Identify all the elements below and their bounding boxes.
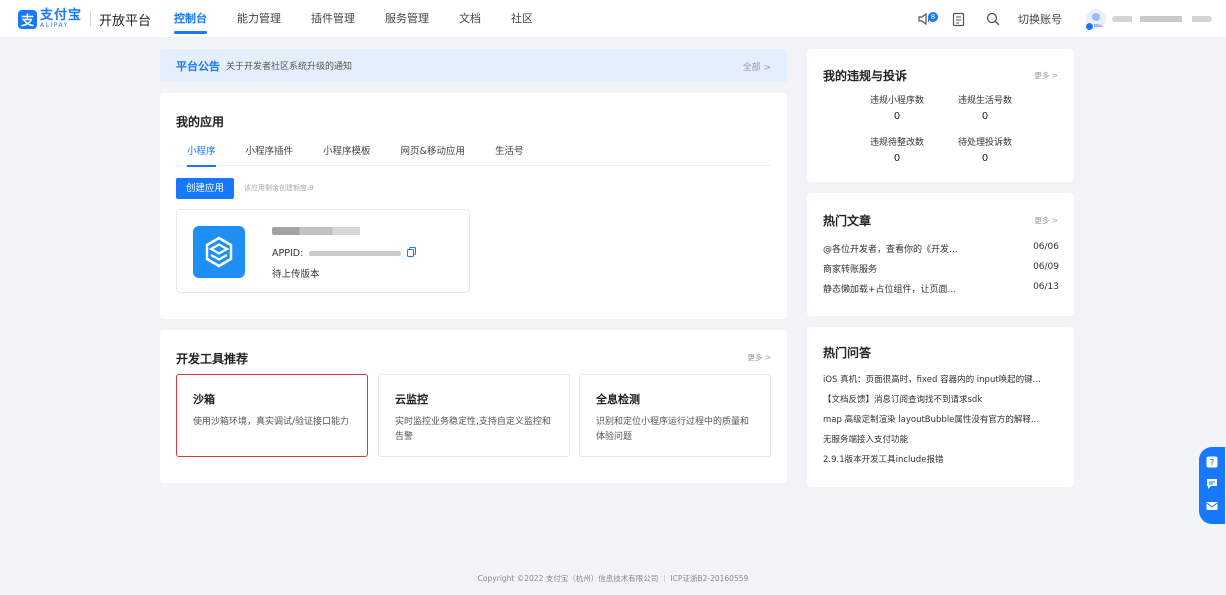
stat-label: 待处理投诉数	[957, 138, 1012, 148]
app-icon	[193, 226, 245, 278]
app-item-card[interactable]: APPID: 待上传版本	[176, 209, 470, 293]
main-nav: 控制台 能力管理 插件管理 服务管理 文档 社区	[174, 0, 563, 38]
stat-label: 违规生活号数	[957, 96, 1012, 106]
app-status: 待上传版本	[272, 269, 320, 280]
hot-articles-card: 热门文章 更多 > @各位开发者，查看你的《开发... 06/06 商家转账服务…	[807, 193, 1074, 316]
message-badge: 8	[928, 12, 938, 22]
app-id-row: APPID:	[272, 247, 417, 260]
article-item[interactable]: @各位开发者，查看你的《开发... 06/06	[823, 242, 1059, 255]
tool-sandbox[interactable]: 沙箱 使用沙箱环境，真实调试/验证接口能力	[176, 374, 368, 457]
appid-label: APPID:	[272, 248, 304, 259]
logo-divider	[90, 11, 92, 27]
copy-icon[interactable]	[407, 247, 417, 260]
chat-icon[interactable]	[1206, 478, 1218, 493]
nav-item-console[interactable]: 控制台	[174, 0, 207, 38]
tab-miniprogram[interactable]: 小程序	[176, 145, 227, 167]
nav-item-services[interactable]: 服务管理	[385, 0, 429, 38]
tool-desc: 实时监控业务稳定性,支持自定义监控和告警	[395, 417, 551, 442]
announcement-bar[interactable]: 平台公告 关于开发者社区系统升级的通知 全部 >	[160, 49, 787, 82]
nav-item-plugins[interactable]: 插件管理	[311, 0, 355, 38]
tab-miniprogram-plugin[interactable]: 小程序插件	[235, 145, 305, 166]
tool-desc: 识别和定位小程序运行过程中的质量和体验问题	[596, 417, 750, 442]
tab-miniprogram-template[interactable]: 小程序模板	[312, 145, 382, 166]
stat-value[interactable]: 0	[852, 153, 942, 164]
article-title: @各位开发者，查看你的《开发...	[823, 245, 958, 255]
speaker-icon[interactable]: 8	[914, 8, 938, 30]
floating-help-bar: ?	[1199, 447, 1225, 524]
stat-value[interactable]: 0	[852, 111, 942, 122]
create-quota-text: 该应用剩余创建额度:9	[244, 184, 314, 192]
announcement-all-link[interactable]: 全部 >	[743, 60, 771, 73]
appid-value-blurred	[309, 251, 402, 256]
tab-web-mobile-app[interactable]: 网页&移动应用	[390, 145, 476, 166]
article-title: 商家转账服务	[823, 265, 878, 275]
article-title: 静态懒加载+占位组件，让页面...	[823, 285, 957, 295]
top-navbar: 支 支付宝 ALIPAY 开放平台 控制台 能力管理 插件管理 服务管理 文档 …	[0, 0, 1226, 38]
nav-item-community[interactable]: 社区	[511, 0, 533, 38]
brand-name: 支付宝	[40, 8, 83, 23]
tool-title: 沙箱	[193, 393, 215, 406]
app-name-blurred	[272, 227, 382, 235]
violations-card: 我的违规与投诉 更多 > 违规小程序数 0 违规生活号数 0 违规待整改数 0 …	[807, 49, 1074, 182]
notice-doc-icon[interactable]	[948, 8, 970, 30]
dev-tools-card: 开发工具推荐 更多 > 沙箱 使用沙箱环境，真实调试/验证接口能力 云监控 实时…	[160, 330, 787, 483]
dev-tools-more-link[interactable]: 更多 >	[747, 352, 771, 363]
stat-value[interactable]: 0	[940, 111, 1030, 122]
my-apps-card: 我的应用 小程序 小程序插件 小程序模板 网页&移动应用 生活号 创建应用 该应…	[160, 93, 787, 319]
search-icon[interactable]	[982, 8, 1004, 30]
article-date: 06/09	[1033, 262, 1059, 272]
tool-desc: 使用沙箱环境，真实调试/验证接口能力	[193, 417, 350, 427]
create-app-button[interactable]: 创建应用	[176, 178, 235, 199]
stat-label: 违规待整改数	[869, 138, 924, 148]
article-date: 06/13	[1033, 282, 1059, 292]
tool-holo-check[interactable]: 全息检测 识别和定位小程序运行过程中的质量和体验问题	[579, 374, 771, 457]
feedback-icon[interactable]	[1206, 500, 1218, 515]
app-type-tabs: 小程序 小程序插件 小程序模板 网页&移动应用 生活号	[176, 145, 770, 167]
hot-articles-more-link[interactable]: 更多 >	[1034, 215, 1058, 226]
avatar-status-icon	[1085, 22, 1094, 31]
article-item[interactable]: 静态懒加载+占位组件，让页面... 06/13	[823, 282, 1059, 295]
stat-value[interactable]: 0	[940, 153, 1030, 164]
qa-item[interactable]: map 高级定制渲染 layoutBubble属性没有官方的解释...	[823, 413, 1063, 425]
qa-item[interactable]: iOS 真机：页面很高时，fixed 容器内的 input唤起的键...	[823, 373, 1063, 385]
qa-item[interactable]: 2.9.1版本开发工具include报错	[823, 453, 1063, 465]
hot-articles-title: 热门文章	[823, 214, 872, 228]
tool-cloud-monitor[interactable]: 云监控 实时监控业务稳定性,支持自定义监控和告警	[378, 374, 570, 457]
article-date: 06/06	[1033, 242, 1059, 252]
svg-text:?: ?	[1210, 459, 1215, 469]
announcement-text[interactable]: 关于开发者社区系统升级的通知	[226, 59, 352, 72]
qa-item[interactable]: 【文档反馈】消息订阅查询找不到请求sdk	[823, 393, 1063, 405]
qa-item[interactable]: 无服务端接入支付功能	[823, 433, 1063, 445]
nav-item-docs[interactable]: 文档	[459, 0, 481, 38]
dev-tools-title: 开发工具推荐	[176, 352, 249, 366]
article-item[interactable]: 商家转账服务 06/09	[823, 262, 1059, 275]
logo[interactable]: 支 支付宝 ALIPAY 开放平台	[18, 9, 151, 29]
violations-more-link[interactable]: 更多 >	[1034, 70, 1058, 81]
tool-title: 云监控	[395, 393, 428, 406]
avatar[interactable]	[1085, 9, 1106, 31]
switch-account-link[interactable]: 切换账号	[1018, 11, 1062, 27]
hot-qa-card: 热门问答 iOS 真机：页面很高时，fixed 容器内的 input唤起的键..…	[807, 327, 1074, 487]
nav-item-capability[interactable]: 能力管理	[237, 0, 281, 38]
alipay-logo-icon: 支	[18, 9, 37, 29]
violations-title: 我的违规与投诉	[823, 69, 908, 83]
hot-qa-title: 热门问答	[823, 346, 872, 360]
tab-lifestyle[interactable]: 生活号	[484, 145, 535, 166]
account-name-blurred[interactable]	[1112, 16, 1212, 22]
footer-copyright: Copyright ©2022 支付宝（杭州）信息技术有限公司 ｜ ICP证浙B…	[477, 574, 749, 583]
brand-name-en: ALIPAY	[40, 22, 69, 29]
tool-title: 全息检测	[596, 393, 640, 406]
help-icon[interactable]: ?	[1206, 456, 1218, 471]
my-apps-title: 我的应用	[176, 115, 225, 129]
platform-name: 开放平台	[99, 13, 152, 29]
stat-label: 违规小程序数	[869, 96, 924, 106]
announcement-title: 平台公告	[176, 59, 220, 73]
